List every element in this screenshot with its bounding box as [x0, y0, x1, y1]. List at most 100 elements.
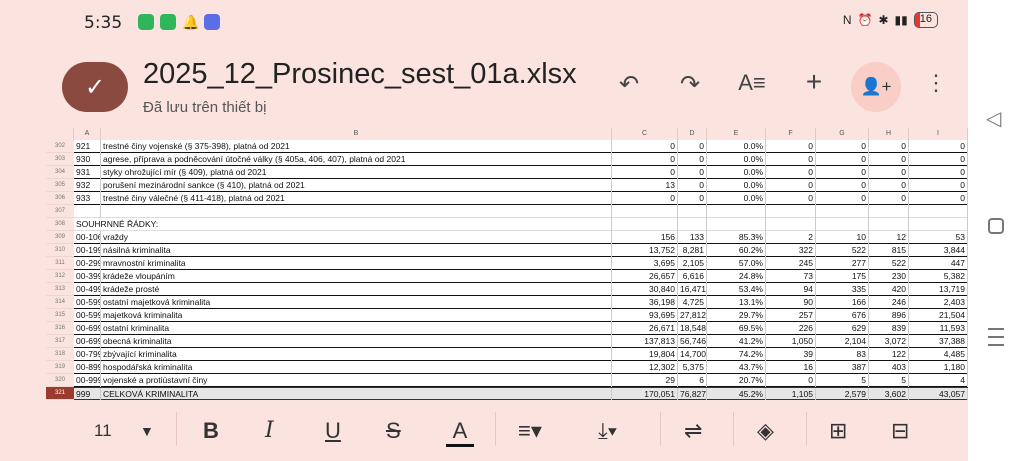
cell-i[interactable]: 5,382	[909, 270, 968, 283]
cell-a[interactable]: 931	[74, 166, 101, 179]
cell-c[interactable]: 3,695	[612, 257, 678, 270]
cell-c[interactable]: 137,813	[612, 335, 678, 348]
row-number[interactable]: 302	[46, 140, 74, 153]
cell-c[interactable]: 156	[612, 231, 678, 244]
row-number[interactable]: 308	[46, 218, 74, 231]
cell-h[interactable]: 0	[869, 153, 909, 166]
row-number[interactable]: 309	[46, 231, 74, 244]
cell-d[interactable]: 0	[678, 192, 707, 205]
col-header-e[interactable]: E	[707, 128, 766, 140]
cell-e[interactable]: 13.1%	[707, 296, 766, 309]
cell-i[interactable]: 43,057	[909, 388, 968, 400]
row-number[interactable]: 304	[46, 166, 74, 179]
cell-a[interactable]: 00-599	[74, 296, 101, 309]
cell-d[interactable]: 0	[678, 153, 707, 166]
text-color-icon[interactable]: A	[446, 418, 474, 447]
cell-g[interactable]: 676	[816, 309, 869, 322]
cell-f[interactable]: 0	[766, 140, 816, 153]
italic-icon[interactable]: I	[265, 418, 274, 443]
cell-c[interactable]: 0	[612, 153, 678, 166]
cell-b[interactable]: CELKOVÁ KRIMINALITA	[101, 388, 612, 400]
cell-g[interactable]: 175	[816, 270, 869, 283]
cell-a[interactable]: 00-699	[74, 322, 101, 335]
corner-cell[interactable]	[46, 128, 74, 140]
cell-a[interactable]: 00-499	[74, 283, 101, 296]
col-header-c[interactable]: C	[612, 128, 678, 140]
cell-b[interactable]: trestné činy vojenské (§ 375-398), platn…	[101, 140, 612, 153]
align-icon[interactable]: ≡▾	[518, 418, 542, 444]
valign-icon[interactable]: ⤓▾	[598, 418, 617, 444]
cell-e[interactable]: 0.0%	[707, 192, 766, 205]
font-size-value[interactable]: 11	[94, 421, 112, 441]
cell-f[interactable]: 322	[766, 244, 816, 257]
cell-h[interactable]: 403	[869, 361, 909, 374]
row-number[interactable]: 310	[46, 244, 74, 257]
cell-a[interactable]: 930	[74, 153, 101, 166]
cell-e[interactable]: 0.0%	[707, 153, 766, 166]
cell-c[interactable]: 12,302	[612, 361, 678, 374]
cell-a[interactable]: 00-999	[74, 374, 101, 387]
cell-f[interactable]: 0	[766, 166, 816, 179]
cell-f[interactable]: 1,105	[766, 388, 816, 400]
cell-f[interactable]: 39	[766, 348, 816, 361]
cell-h[interactable]: 896	[869, 309, 909, 322]
row-number[interactable]: 317	[46, 335, 74, 348]
cell-b[interactable]: ostatní kriminalita	[101, 322, 612, 335]
cell-i[interactable]: 37,388	[909, 335, 968, 348]
cell-g[interactable]: 166	[816, 296, 869, 309]
cell-a[interactable]: 00-106	[74, 231, 101, 244]
cell-a[interactable]: 00-199	[74, 244, 101, 257]
insert-col-icon[interactable]: ⊟	[891, 418, 909, 444]
cell-f[interactable]: 16	[766, 361, 816, 374]
cell-c[interactable]: 29	[612, 374, 678, 387]
cell-f[interactable]: 90	[766, 296, 816, 309]
cell-f[interactable]: 73	[766, 270, 816, 283]
cell-h[interactable]: 0	[869, 166, 909, 179]
cell-g[interactable]: 10	[816, 231, 869, 244]
cell-e[interactable]: 0.0%	[707, 179, 766, 192]
cell-g[interactable]: 0	[816, 192, 869, 205]
cell-i[interactable]: 0	[909, 179, 968, 192]
cell-d[interactable]: 0	[678, 140, 707, 153]
cell-i[interactable]: 0	[909, 166, 968, 179]
cell-h[interactable]: 3,072	[869, 335, 909, 348]
cell-h[interactable]: 0	[869, 179, 909, 192]
bold-icon[interactable]: B	[203, 418, 219, 444]
more-icon[interactable]: ⋮	[920, 70, 952, 96]
done-button[interactable]: ✓	[62, 62, 128, 112]
cell-b[interactable]: styky ohrožující mír (§ 409), platná od …	[101, 166, 612, 179]
cell-e[interactable]: 29.7%	[707, 309, 766, 322]
cell-g[interactable]: 2,579	[816, 388, 869, 400]
cell-h[interactable]: 839	[869, 322, 909, 335]
cell-c[interactable]	[612, 205, 678, 218]
cell-a[interactable]: 00-399	[74, 270, 101, 283]
cell-i[interactable]: 4,485	[909, 348, 968, 361]
cell-i[interactable]: 1,180	[909, 361, 968, 374]
cell-h[interactable]: 230	[869, 270, 909, 283]
cell-e[interactable]: 45.2%	[707, 388, 766, 400]
cell-a[interactable]: 999	[74, 388, 101, 400]
cell-b[interactable]: trestné činy válečné (§ 411-418), platná…	[101, 192, 612, 205]
add-icon[interactable]: +	[798, 66, 830, 98]
share-person-icon[interactable]: 👤+	[851, 62, 901, 112]
cell-g[interactable]	[816, 205, 869, 218]
cell-d[interactable]: 0	[678, 166, 707, 179]
cell-b[interactable]	[101, 218, 612, 231]
cell-c[interactable]: 0	[612, 166, 678, 179]
cell-i[interactable]: 4	[909, 374, 968, 387]
row-number[interactable]: 305	[46, 179, 74, 192]
col-header-b[interactable]: B	[101, 128, 612, 140]
cell-d[interactable]: 6	[678, 374, 707, 387]
cell-a[interactable]: 00-299	[74, 257, 101, 270]
cell-e[interactable]: 0.0%	[707, 140, 766, 153]
underline-icon[interactable]: U	[325, 418, 341, 444]
cell-f[interactable]: 1,050	[766, 335, 816, 348]
col-header-f[interactable]: F	[766, 128, 816, 140]
cell-e[interactable]: 53.4%	[707, 283, 766, 296]
cell-e[interactable]: 74.2%	[707, 348, 766, 361]
row-number[interactable]: 307	[46, 205, 74, 218]
cell-b[interactable]: krádeže prosté	[101, 283, 612, 296]
cell-g[interactable]: 335	[816, 283, 869, 296]
strikethrough-icon[interactable]: S	[386, 418, 401, 444]
row-number[interactable]: 315	[46, 309, 74, 322]
